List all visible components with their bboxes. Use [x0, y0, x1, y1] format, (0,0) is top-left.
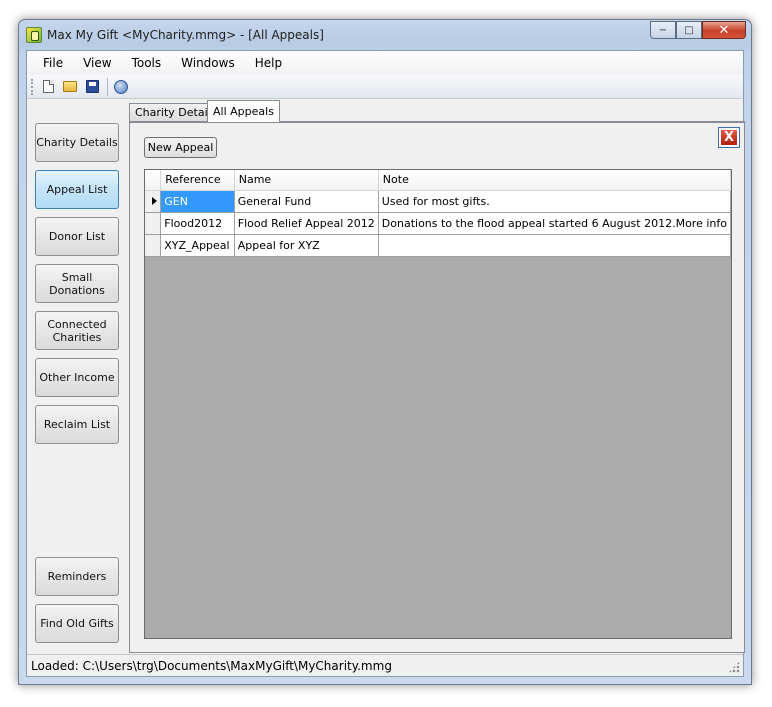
appeals-table: Reference Name Note GEN General Fund Use… — [145, 170, 732, 257]
cell-reference[interactable]: Flood2012 — [160, 212, 235, 235]
sidebar-charity-details-button[interactable]: Charity Details — [35, 123, 119, 162]
tab-all-appeals[interactable]: All Appeals — [207, 100, 280, 122]
client-area: File View Tools Windows Help Charity Det… — [26, 50, 745, 677]
open-button[interactable] — [60, 77, 80, 97]
tab-label: Charity Details — [135, 106, 217, 119]
sidebar-item-label: Other Income — [39, 371, 115, 384]
label-line: Charities — [52, 330, 102, 344]
close-window-button[interactable]: ✕ — [702, 21, 746, 39]
cell-name[interactable]: General Fund — [234, 190, 379, 213]
cell-note[interactable]: Donations to the flood appeal started 6 … — [378, 212, 732, 235]
maximize-icon: □ — [684, 24, 694, 36]
cell-name[interactable]: Appeal for XYZ — [234, 234, 379, 257]
toolbar-grip[interactable] — [31, 78, 34, 95]
minimize-button[interactable]: − — [650, 21, 676, 39]
close-panel-button[interactable]: X — [718, 127, 740, 148]
sidebar-item-label: Reclaim List — [43, 418, 111, 431]
table-row[interactable]: Flood2012 Flood Relief Appeal 2012 Donat… — [145, 212, 732, 235]
menu-tools[interactable]: Tools — [124, 56, 170, 70]
cell-note[interactable]: Used for most gifts. — [378, 190, 732, 213]
sidebar-appeal-list-button[interactable]: Appeal List — [35, 170, 119, 209]
column-header-reference[interactable]: Reference — [160, 170, 235, 191]
sidebar-item-label: Connected Charities — [47, 318, 106, 344]
cell-note[interactable] — [378, 234, 732, 257]
toolbar-separator — [107, 77, 108, 96]
menu-file[interactable]: File — [35, 56, 71, 70]
label-line: Small — [61, 270, 93, 284]
table-header-row: Reference Name Note — [145, 170, 732, 191]
new-document-icon — [42, 80, 54, 93]
sidebar-reminders-button[interactable]: Reminders — [35, 557, 119, 596]
close-red-x-icon: X — [721, 130, 737, 145]
menu-windows[interactable]: Windows — [173, 56, 243, 70]
sidebar-reclaim-list-button[interactable]: Reclaim List — [35, 405, 119, 444]
sidebar-item-label: Find Old Gifts — [40, 617, 114, 630]
column-header-name[interactable]: Name — [234, 170, 379, 191]
row-header[interactable] — [145, 234, 162, 257]
menu-view[interactable]: View — [75, 56, 119, 70]
sidebar: Charity Details Appeal List Donor List S… — [27, 99, 129, 648]
sidebar-connected-charities-button[interactable]: Connected Charities — [35, 311, 119, 350]
button-label: New Appeal — [147, 141, 214, 154]
appeals-grid[interactable]: Reference Name Note GEN General Fund Use… — [144, 169, 732, 639]
maximize-button[interactable]: □ — [676, 21, 702, 39]
row-header[interactable] — [145, 190, 162, 213]
caption-buttons: − □ ✕ — [650, 21, 746, 39]
sidebar-donor-list-button[interactable]: Donor List — [35, 217, 119, 256]
current-row-arrow-icon — [152, 196, 157, 205]
column-header-note[interactable]: Note — [378, 170, 732, 191]
app-window: Max My Gift <MyCharity.mmg> - [All Appea… — [18, 19, 752, 685]
save-button[interactable] — [82, 77, 102, 97]
app-logo-icon[interactable] — [26, 27, 42, 43]
table-row[interactable]: XYZ_Appeal Appeal for XYZ — [145, 234, 732, 257]
database-button[interactable] — [111, 77, 131, 97]
cell-reference[interactable]: GEN — [160, 190, 235, 213]
minimize-icon: − — [658, 24, 668, 36]
cell-name[interactable]: Flood Relief Appeal 2012 — [234, 212, 379, 235]
database-icon — [114, 79, 128, 94]
status-bar: Loaded: C:\Users\trg\Documents\MaxMyGift… — [27, 654, 743, 676]
row-header[interactable] — [145, 212, 162, 235]
label-line: Connected — [47, 317, 107, 331]
status-text: Loaded: C:\Users\trg\Documents\MaxMyGift… — [31, 658, 392, 673]
window-title: Max My Gift <MyCharity.mmg> - [All Appea… — [47, 28, 324, 42]
sidebar-item-label: Appeal List — [46, 183, 108, 196]
sidebar-item-label: Charity Details — [36, 136, 118, 149]
table-row[interactable]: GEN General Fund Used for most gifts. — [145, 190, 732, 213]
menu-help[interactable]: Help — [247, 56, 290, 70]
save-disk-icon — [85, 80, 99, 93]
toolbar — [27, 75, 743, 99]
sidebar-item-label: Donor List — [48, 230, 106, 243]
all-appeals-panel: New Appeal X Reference Name Note GEN Gen… — [129, 121, 745, 653]
sidebar-find-old-gifts-button[interactable]: Find Old Gifts — [35, 604, 119, 643]
menu-bar: File View Tools Windows Help — [27, 51, 743, 75]
document-tabs: Charity Details All Appeals — [129, 99, 743, 122]
cell-reference[interactable]: XYZ_Appeal — [160, 234, 235, 257]
title-bar[interactable]: Max My Gift <MyCharity.mmg> - [All Appea… — [19, 20, 751, 50]
sidebar-other-income-button[interactable]: Other Income — [35, 358, 119, 397]
sidebar-small-donations-button[interactable]: Small Donations — [35, 264, 119, 303]
new-appeal-button[interactable]: New Appeal — [144, 137, 217, 158]
row-header-corner[interactable] — [145, 170, 162, 191]
tab-label: All Appeals — [213, 105, 274, 118]
label-line: Donations — [49, 283, 105, 297]
open-folder-icon — [63, 81, 77, 92]
new-button[interactable] — [38, 77, 58, 97]
resize-grip-icon[interactable] — [728, 661, 740, 673]
sidebar-item-label: Small Donations — [49, 271, 105, 297]
close-icon: ✕ — [718, 22, 730, 38]
sidebar-item-label: Reminders — [47, 570, 107, 583]
